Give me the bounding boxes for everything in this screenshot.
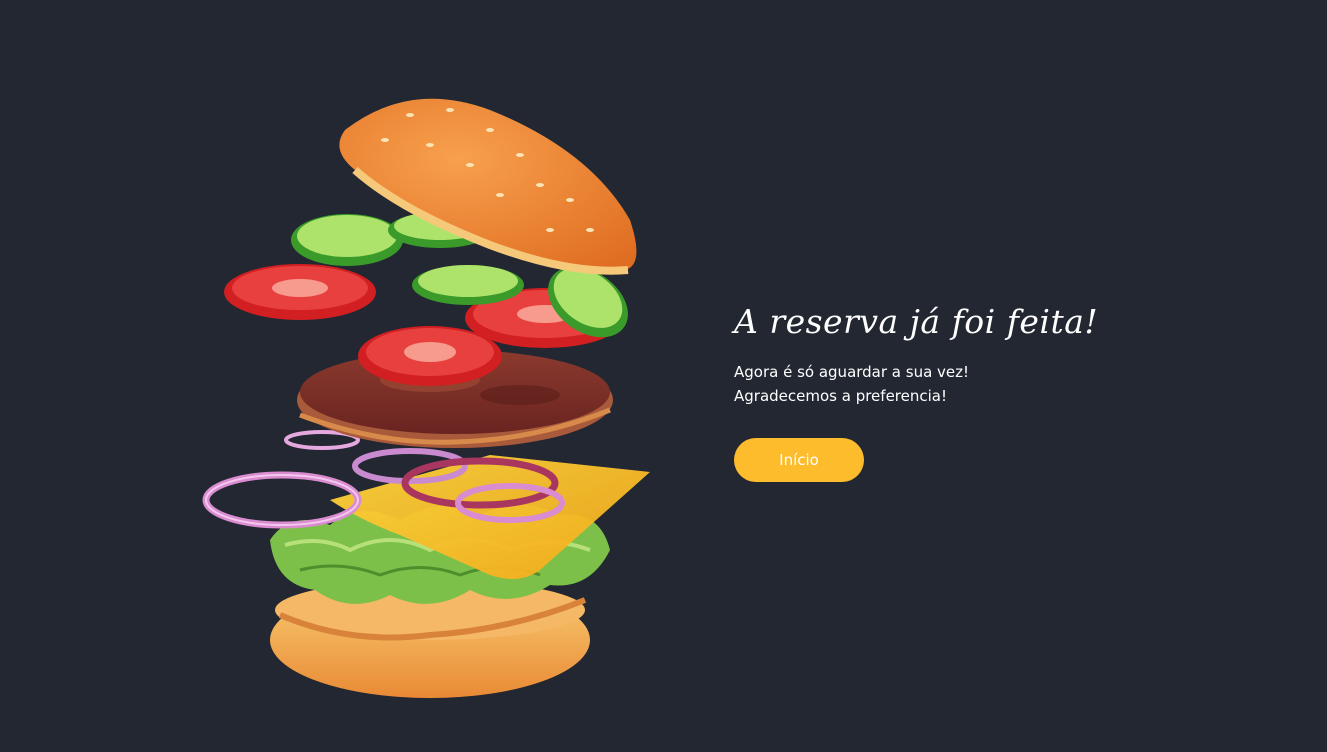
confirmation-panel: A reserva já foi feita! Agora é só aguar…: [734, 300, 1154, 482]
message-line: Agradecemos a preferencia!: [734, 387, 947, 405]
page-title: A reserva já foi feita!: [734, 302, 1099, 341]
home-button[interactable]: Início: [734, 438, 864, 482]
reservation-confirmation-page: A reserva já foi feita! Agora é só aguar…: [0, 0, 1327, 752]
confirmation-message: Agora é só aguardar a sua vez! Agradecem…: [734, 360, 1154, 408]
burger-illustration: [202, 98, 650, 698]
message-line: Agora é só aguardar a sua vez!: [734, 363, 970, 381]
